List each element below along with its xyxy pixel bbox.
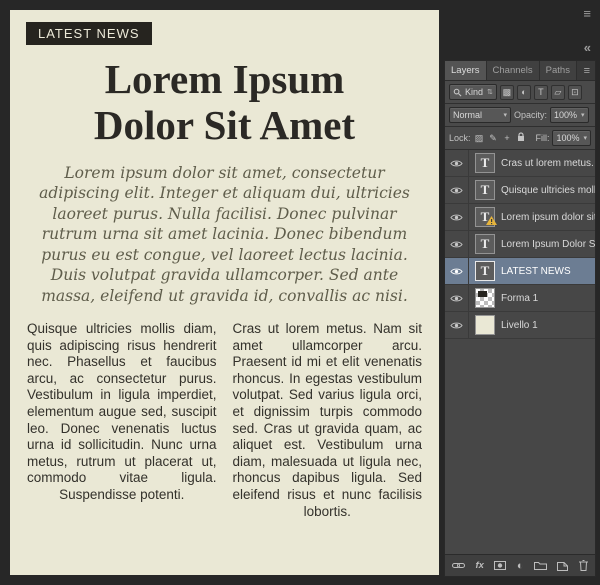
layer-mask-icon[interactable] xyxy=(494,561,507,570)
adjustment-filter-icon[interactable]: ◐ xyxy=(516,84,531,100)
lock-row: Lock: ▨ ✎ + Fill: 100% ▾ xyxy=(445,127,595,150)
text-layer-thumbnail[interactable]: T xyxy=(475,261,495,281)
layer-row[interactable]: T Quisque ultricies mollis... xyxy=(445,177,595,204)
layer-row[interactable]: Forma 1 xyxy=(445,285,595,312)
missing-font-warning-icon xyxy=(486,213,497,229)
visibility-eye-icon[interactable] xyxy=(445,231,469,257)
layer-name: Quisque ultricies mollis... xyxy=(501,184,595,196)
layer-row[interactable]: T Cras ut lorem metus. N... xyxy=(445,150,595,177)
body-columns: Quisque ultricies mollis diam, quis adip… xyxy=(26,321,423,520)
visibility-eye-icon[interactable] xyxy=(445,285,469,311)
lock-icons: ▨ ✎ + xyxy=(474,132,527,144)
text-layer-thumbnail[interactable]: T xyxy=(475,153,495,173)
fill-value: 100% xyxy=(556,133,580,143)
headline-line-1: Lorem Ipsum xyxy=(104,56,345,102)
intro-paragraph: Lorem ipsum dolor sit amet, consectetur … xyxy=(39,163,410,305)
visibility-eye-icon[interactable] xyxy=(445,258,469,284)
headline-line-2: Dolor Sit Amet xyxy=(93,101,356,148)
layer-name: Lorem Ipsum Dolor Sit ... xyxy=(501,238,595,250)
tab-channels[interactable]: Channels xyxy=(486,61,540,80)
chevron-down-icon: ▾ xyxy=(583,135,587,142)
layers-panel: Layers Channels Paths ≡ Kind ⇅ ▩ ◐ T ▱ ⊡… xyxy=(444,60,596,577)
layer-row[interactable]: T Lorem ipsum dolor sit a... xyxy=(445,204,595,231)
layer-list: T Cras ut lorem metus. N... T Quisque ul… xyxy=(445,150,595,554)
workspace-menu-icon[interactable]: ≡ xyxy=(583,7,591,20)
blend-mode-value: Normal xyxy=(453,110,483,120)
blend-row: Normal ▾ Opacity: 100% ▾ xyxy=(445,104,595,127)
opacity-select[interactable]: 100% ▾ xyxy=(550,107,589,123)
layer-name: Livello 1 xyxy=(501,319,538,331)
column-left: Quisque ultricies mollis diam, quis adip… xyxy=(27,320,217,502)
column-right: Cras ut lorem metus. Nam sit amet ullamc… xyxy=(232,320,423,519)
type-filter-icon[interactable]: T xyxy=(533,84,548,100)
search-icon xyxy=(453,88,462,96)
layer-name: Cras ut lorem metus. N... xyxy=(501,157,595,169)
blend-mode-select[interactable]: Normal ▾ xyxy=(449,107,511,123)
layer-row-selected[interactable]: T LATEST NEWS xyxy=(445,258,595,285)
text-layer-thumbnail[interactable]: T xyxy=(475,234,495,254)
link-layers-icon[interactable] xyxy=(452,562,465,569)
layer-style-fx-icon[interactable]: fx xyxy=(475,560,483,571)
fill-label: Fill: xyxy=(535,133,550,143)
panel-bottom-bar: fx ◐ xyxy=(445,554,595,576)
collapse-panels-icon[interactable]: « xyxy=(584,40,591,55)
kind-label: Kind xyxy=(465,87,484,97)
shape-filter-icon[interactable]: ▱ xyxy=(550,84,565,100)
headline: Lorem Ipsum Dolor Sit Amet xyxy=(26,56,423,149)
smart-object-filter-icon[interactable]: ⊡ xyxy=(567,84,582,100)
layer-name: Forma 1 xyxy=(501,292,539,304)
chevron-down-icon: ▾ xyxy=(581,112,585,119)
lock-pixels-icon[interactable]: ✎ xyxy=(488,133,499,144)
layer-row[interactable]: T Lorem Ipsum Dolor Sit ... xyxy=(445,231,595,258)
visibility-eye-icon[interactable] xyxy=(445,204,469,230)
delete-layer-trash-icon[interactable] xyxy=(578,560,588,571)
new-layer-icon[interactable] xyxy=(557,560,569,571)
visibility-eye-icon[interactable] xyxy=(445,177,469,203)
layer-name: Lorem ipsum dolor sit a... xyxy=(501,211,595,223)
fill-select[interactable]: 100% ▾ xyxy=(552,130,591,146)
panel-menu-icon[interactable]: ≡ xyxy=(579,61,595,80)
kind-filter-select[interactable]: Kind ⇅ xyxy=(449,84,497,100)
text-layer-thumbnail[interactable]: T xyxy=(475,180,495,200)
lock-transparency-icon[interactable]: ▨ xyxy=(474,133,485,144)
chevron-down-icon: ▾ xyxy=(503,112,507,119)
kind-spinner-icon: ⇅ xyxy=(487,89,493,96)
text-layer-thumbnail[interactable]: T xyxy=(475,207,497,229)
tab-paths[interactable]: Paths xyxy=(539,61,577,80)
panel-tabbar: Layers Channels Paths ≡ xyxy=(445,61,595,81)
opacity-label: Opacity: xyxy=(514,110,548,120)
new-group-folder-icon[interactable] xyxy=(533,561,547,570)
lock-position-icon[interactable]: + xyxy=(502,133,513,143)
filter-row: Kind ⇅ ▩ ◐ T ▱ ⊡ xyxy=(445,81,595,104)
document-canvas[interactable]: LATEST NEWS Lorem Ipsum Dolor Sit Amet L… xyxy=(10,10,439,575)
layer-name: LATEST NEWS xyxy=(501,265,571,277)
new-adjustment-layer-icon[interactable]: ◐ xyxy=(517,560,524,572)
layer-row[interactable]: Livello 1 xyxy=(445,312,595,339)
opacity-value: 100% xyxy=(554,110,578,120)
pixel-filter-icon[interactable]: ▩ xyxy=(499,84,514,100)
latest-news-badge: LATEST NEWS xyxy=(26,22,152,45)
visibility-eye-icon[interactable] xyxy=(445,312,469,338)
background-layer-thumbnail[interactable] xyxy=(475,315,495,335)
visibility-eye-icon[interactable] xyxy=(445,150,469,176)
shape-preview xyxy=(478,291,487,297)
lock-label: Lock: xyxy=(449,133,471,143)
shape-layer-thumbnail[interactable] xyxy=(475,288,495,308)
tab-layers[interactable]: Layers xyxy=(445,61,487,80)
lock-all-icon[interactable] xyxy=(516,132,527,144)
